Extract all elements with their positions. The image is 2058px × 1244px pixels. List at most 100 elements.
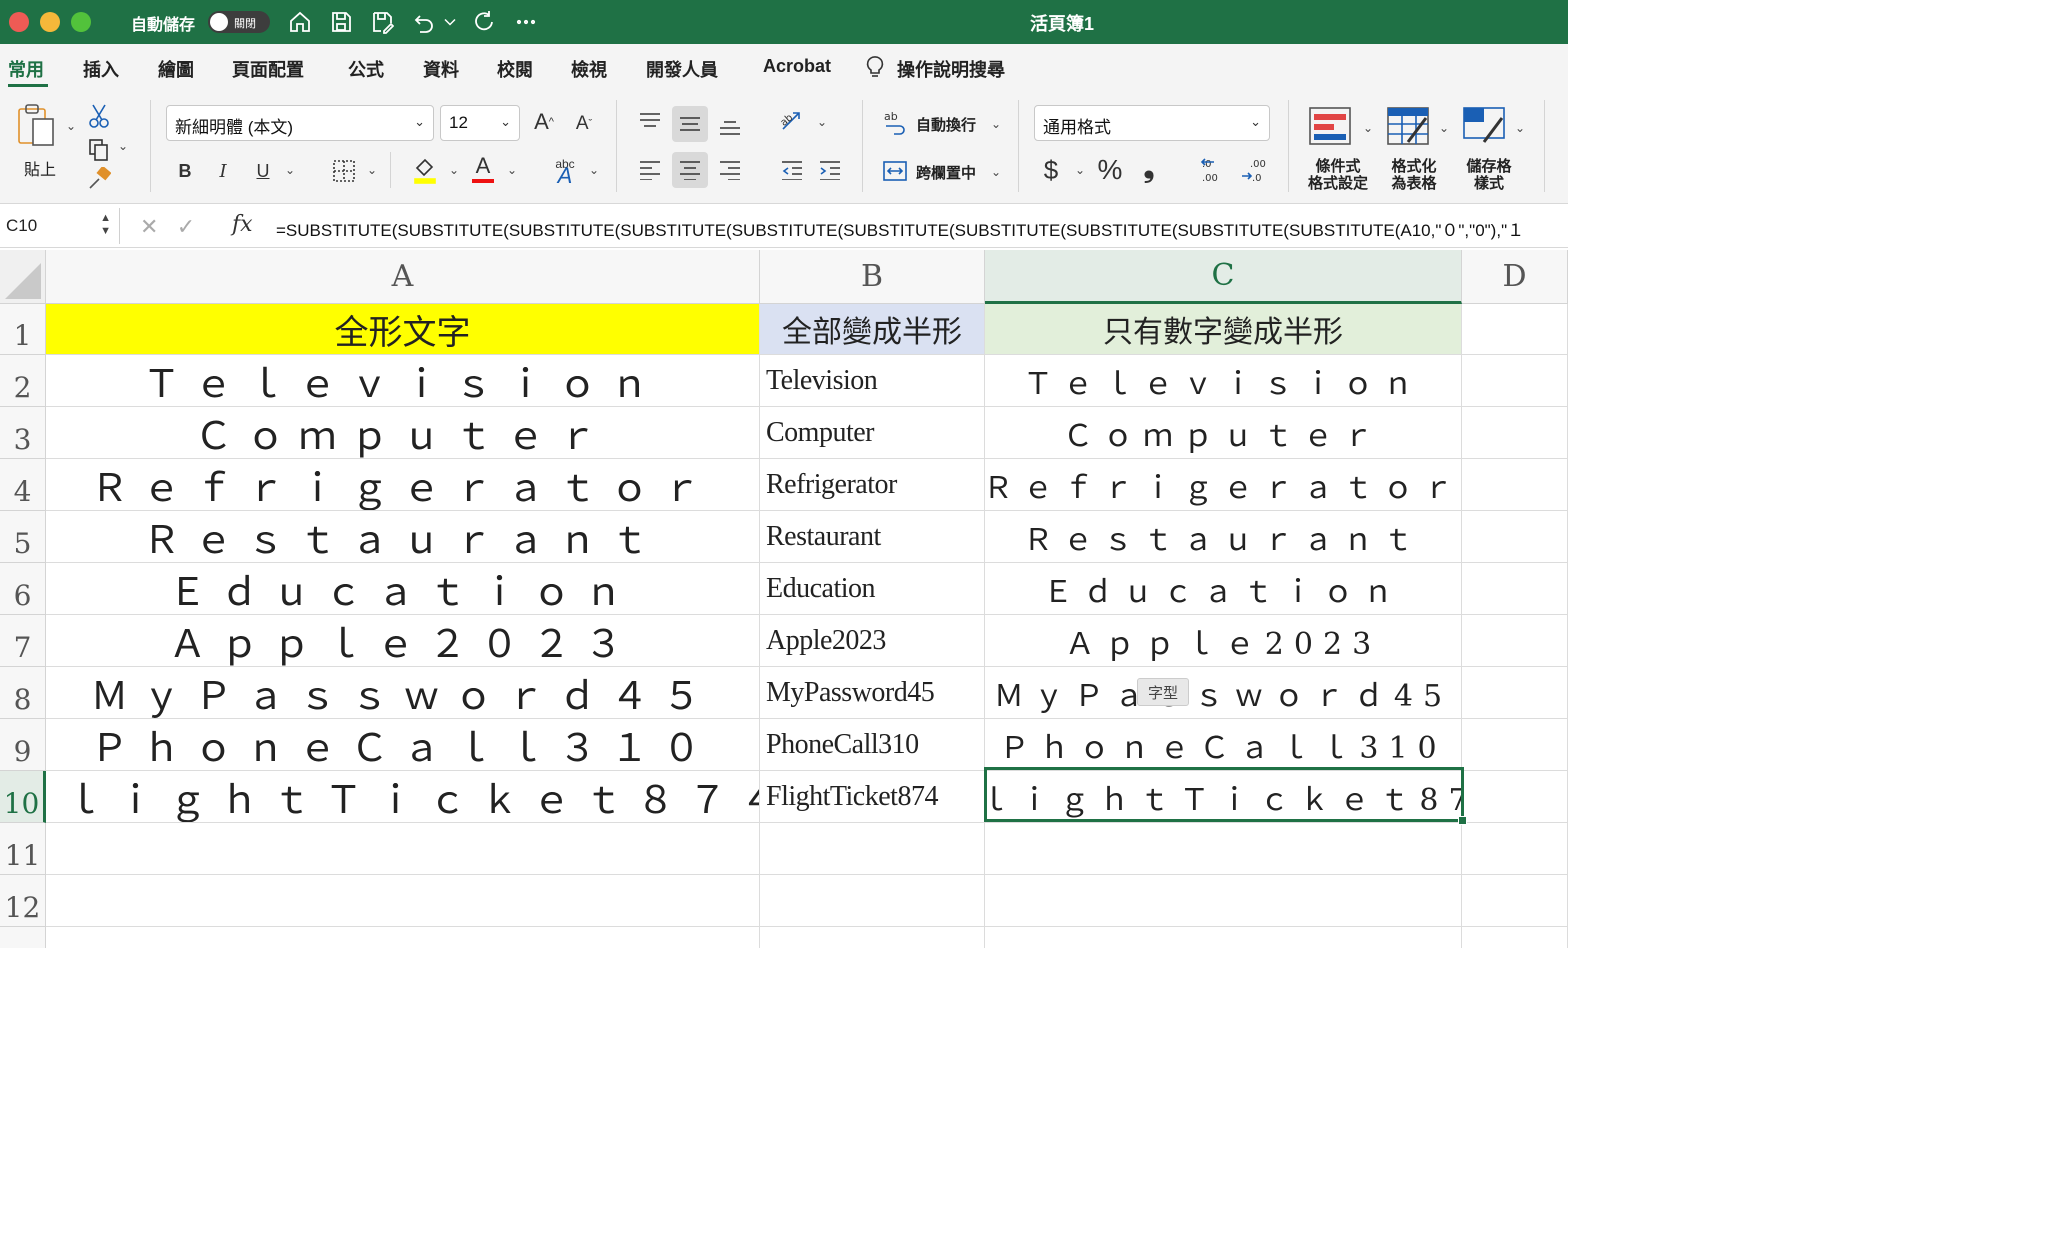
underline-dropdown-icon[interactable]: ⌄ (280, 160, 296, 180)
cell-c11[interactable] (985, 823, 1462, 875)
row-header-13[interactable] (0, 927, 46, 948)
cell-c5[interactable]: Ｒｅｓｔａｕｒａｎｔ (985, 511, 1462, 563)
cell-b12[interactable] (760, 875, 985, 927)
merge-center-label[interactable]: 跨欄置中 (916, 162, 976, 183)
merge-dropdown-icon[interactable]: ⌄ (986, 162, 1002, 182)
cell-a11[interactable] (46, 823, 760, 875)
cell-c3[interactable]: Ｃｏｍｐｕｔｅｒ (985, 407, 1462, 459)
cell-d7[interactable] (1462, 615, 1568, 667)
align-top-icon[interactable] (634, 106, 666, 138)
cell-d11[interactable] (1462, 823, 1568, 875)
tab-home[interactable]: 常用 (8, 56, 44, 82)
row-header-7[interactable]: 7 (0, 615, 46, 667)
cell-c6[interactable]: Ｅｄｕｃａｔｉｏｎ (985, 563, 1462, 615)
more-icon[interactable] (512, 8, 540, 36)
currency-dropdown-icon[interactable]: ⌄ (1070, 160, 1086, 180)
cell-b5[interactable]: Restaurant (760, 511, 985, 563)
font-color-icon[interactable]: A (468, 152, 498, 184)
cell-a3[interactable]: Ｃｏｍｐｕｔｅｒ (46, 407, 760, 459)
cell-c4[interactable]: Ｒｅｆｒｉｇｅｒａｔｏｒ (985, 459, 1462, 511)
phonetic-dropdown-icon[interactable]: ⌄ (584, 160, 600, 180)
align-bottom-icon[interactable] (714, 110, 746, 142)
cut-icon[interactable] (86, 102, 112, 130)
align-center-icon[interactable] (672, 152, 708, 188)
cell-d6[interactable] (1462, 563, 1568, 615)
cell-c2[interactable]: Ｔｅｌｅｖｉｓｉｏｎ (985, 355, 1462, 407)
cell-a9[interactable]: ＰｈｏｎｅＣａｌｌ３１０ (46, 719, 760, 771)
formula-input[interactable]: =SUBSTITUTE(SUBSTITUTE(SUBSTITUTE(SUBSTI… (276, 216, 1524, 241)
insert-function-button[interactable]: fx (232, 212, 253, 237)
merge-center-icon[interactable] (880, 156, 910, 186)
cell-b4[interactable]: Refrigerator (760, 459, 985, 511)
tab-data[interactable]: 資料 (423, 56, 459, 82)
font-color-dropdown-icon[interactable]: ⌄ (502, 160, 518, 180)
wrap-text-icon[interactable]: ab (880, 108, 910, 138)
column-header-b[interactable]: B (760, 250, 985, 304)
cell-d8[interactable] (1462, 667, 1568, 719)
bold-button[interactable]: B (172, 156, 198, 186)
currency-button[interactable]: $ (1038, 154, 1064, 186)
close-window-button[interactable] (9, 12, 29, 32)
align-right-icon[interactable] (714, 154, 746, 186)
cell-b3[interactable]: Computer (760, 407, 985, 459)
grow-font-icon[interactable]: A ^ (530, 106, 558, 138)
cell-a8[interactable]: ＭｙＰａｓｓｗｏｒｄ４５ (46, 667, 760, 719)
tab-page-layout[interactable]: 頁面配置 (232, 56, 304, 82)
phonetic-guide-icon[interactable]: abc A (548, 154, 582, 187)
save-as-icon[interactable] (368, 8, 396, 36)
fill-color-icon[interactable] (410, 154, 440, 186)
row-header-9[interactable]: 9 (0, 719, 46, 771)
font-size-select[interactable]: 12 ⌄ (440, 105, 520, 141)
percent-button[interactable]: % (1094, 154, 1126, 186)
cell-b2[interactable]: Television (760, 355, 985, 407)
cell-d9[interactable] (1462, 719, 1568, 771)
cell-b11[interactable] (760, 823, 985, 875)
orientation-dropdown-icon[interactable]: ⌄ (812, 112, 828, 132)
format-painter-icon[interactable] (86, 166, 112, 192)
tab-view[interactable]: 檢視 (571, 56, 607, 82)
cell-b9[interactable]: PhoneCall310 (760, 719, 985, 771)
cell-b13[interactable] (760, 927, 985, 948)
tab-developer[interactable]: 開發人員 (646, 56, 718, 82)
cell-a2[interactable]: Ｔｅｌｅｖｉｓｉｏｎ (46, 355, 760, 407)
tab-formulas[interactable]: 公式 (348, 56, 384, 82)
cell-b10[interactable]: FlightTicket874 (760, 771, 985, 823)
row-header-11[interactable]: 11 (0, 823, 46, 875)
row-header-1[interactable]: 1 (0, 304, 46, 355)
borders-icon[interactable] (330, 156, 358, 186)
cell-c1[interactable]: 只有數字變成半形 (985, 304, 1462, 355)
cell-d3[interactable] (1462, 407, 1568, 459)
paste-icon[interactable] (14, 102, 60, 152)
cell-d12[interactable] (1462, 875, 1568, 927)
cell-d10[interactable] (1462, 771, 1568, 823)
align-left-icon[interactable] (634, 154, 666, 186)
zoom-window-button[interactable] (71, 12, 91, 32)
redo-icon[interactable] (470, 8, 498, 36)
row-header-5[interactable]: 5 (0, 511, 46, 563)
cell-styles-icon[interactable] (1460, 104, 1508, 148)
row-header-10[interactable]: 10 (0, 771, 46, 823)
row-header-3[interactable]: 3 (0, 407, 46, 459)
copy-dropdown-icon[interactable]: ⌄ (114, 138, 128, 154)
undo-icon[interactable] (410, 8, 438, 36)
underline-button[interactable]: U (250, 156, 276, 186)
conditional-formatting-icon[interactable] (1306, 104, 1354, 148)
cell-a5[interactable]: Ｒｅｓｔａｕｒａｎｔ (46, 511, 760, 563)
row-header-12[interactable]: 12 (0, 875, 46, 927)
cell-c12[interactable] (985, 875, 1462, 927)
cell-c13[interactable] (985, 927, 1462, 948)
decrease-indent-icon[interactable] (776, 154, 808, 186)
number-format-select[interactable]: 通用格式 ⌄ (1034, 105, 1270, 141)
cell-d1[interactable] (1462, 304, 1568, 355)
row-header-4[interactable]: 4 (0, 459, 46, 511)
borders-dropdown-icon[interactable]: ⌄ (362, 160, 378, 180)
name-box[interactable]: C10 ▲ ▼ (0, 208, 120, 244)
row-header-2[interactable]: 2 (0, 355, 46, 407)
orientation-icon[interactable]: ab (776, 106, 810, 138)
fill-handle[interactable] (1458, 816, 1467, 825)
format-as-table-label[interactable]: 格式化 為表格 (1378, 158, 1450, 192)
tab-insert[interactable]: 插入 (83, 56, 119, 82)
conditional-formatting-dropdown-icon[interactable]: ⌄ (1358, 118, 1374, 138)
cell-b1[interactable]: 全部變成半形 (760, 304, 985, 355)
cell-a13[interactable] (46, 927, 760, 948)
